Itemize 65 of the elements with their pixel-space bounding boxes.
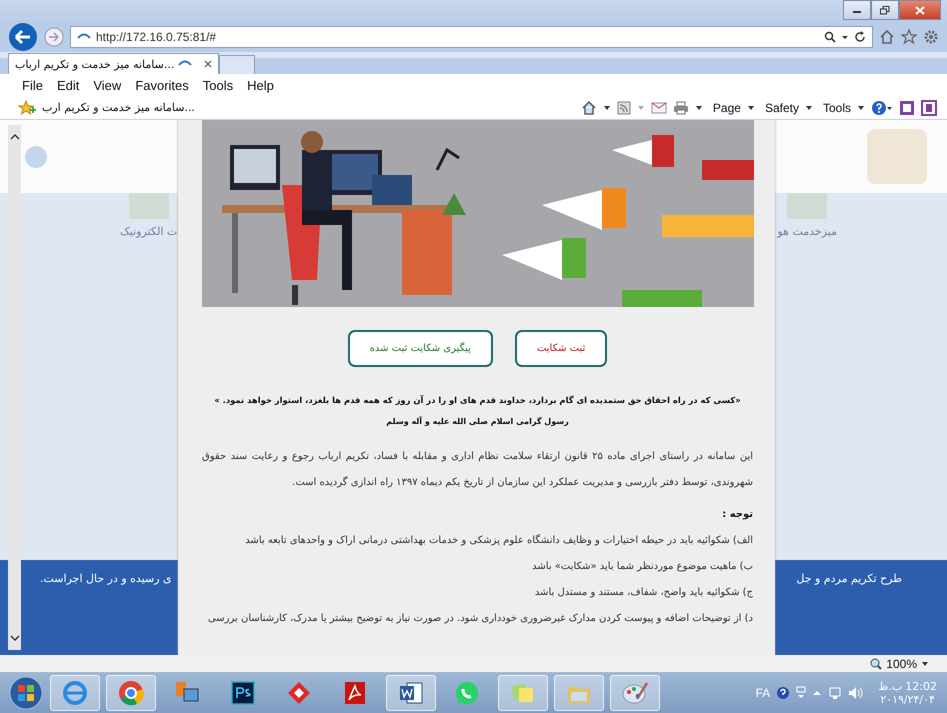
tile-image — [787, 193, 828, 219]
favorites-star-icon[interactable] — [18, 100, 36, 116]
dropdown-icon[interactable] — [921, 660, 929, 668]
dropdown-icon[interactable] — [602, 104, 611, 112]
scroll-up-icon[interactable] — [10, 133, 20, 141]
close-tab-icon[interactable] — [204, 60, 212, 68]
banner-text: ی رسیده و در حال اجراست. — [40, 572, 172, 585]
restore-icon — [880, 6, 890, 14]
star-icon[interactable] — [901, 29, 917, 45]
intro-paragraph: این سامانه در راستای اجرای ماده ۲۵ قانون ارتقاء سلامت نظام اداری و مقابله با فساد، تکریم ارباب رجوع و رعایت سند حقوق شهروندی، توسط دفتر بازرسی و مدیریت عملکرد این سازمان از تاریخ یکم دیماه ۱۳۹۷ راه اندازی گردیده است. — [202, 450, 753, 490]
dropdown-icon[interactable] — [857, 104, 865, 112]
printer-icon[interactable] — [672, 100, 689, 114]
chrome-icon — [117, 678, 145, 706]
dropdown-icon[interactable] — [746, 104, 755, 112]
notice-heading: توجه : — [721, 508, 753, 522]
notice-item: الف) شکوائیه باید در حیطه اختیارات و وظایف دانشگاه علوم پزشکی و خدمات بهداشتی درمانی اراک و واحدهای تابعه باشد — [244, 533, 753, 548]
search-icon[interactable] — [824, 31, 836, 43]
onenote-icon[interactable] — [921, 100, 937, 116]
command-bar-menu[interactable]: Page — [712, 100, 741, 114]
banner-text: طرح تکریم مردم و جل — [796, 572, 902, 585]
ps-icon — [229, 678, 257, 706]
taskbar-app[interactable] — [386, 674, 436, 710]
dropdown-icon[interactable] — [694, 104, 703, 112]
scroll-down-icon[interactable] — [10, 634, 20, 642]
taskbar-app[interactable] — [106, 674, 156, 710]
scrollbar[interactable] — [8, 125, 21, 650]
menu-item[interactable]: Help — [247, 78, 274, 92]
address-bar[interactable]: http://172.16.0.75:81/# — [70, 26, 873, 48]
action-button[interactable]: پیگیری شکایت ثبت شده — [348, 330, 493, 367]
dropdown-icon[interactable] — [804, 104, 813, 112]
onenote-icon[interactable] — [899, 100, 915, 116]
quote-text: «کسی که در راه احقاق حق ستمدیده ای گام بردارد، خداوند قدم های او را در آن روز که همه قدم ها بلغزد، استوار خواهد نمود. » — [213, 394, 742, 407]
notice-item: د) از توضیحات اضافه و پیوست کردن مدارک غیرضروری خودداری شود. در صورت نیاز به توضیح بیشتر یا مدرک، کارشناسان بررسی — [206, 612, 753, 626]
zoom-level[interactable]: 100% — [886, 656, 917, 670]
url-text: http://172.16.0.75:81/# — [96, 30, 216, 44]
start-button[interactable] — [8, 674, 44, 710]
favorites-bar-item[interactable]: ...سامانه میز خدمت و تکریم ارب — [42, 101, 195, 114]
notice-item: ج) شکوائیه باید واضح، شفاف، مستند و مستدل باشد — [534, 586, 753, 600]
quote-attribution: رسول گرامی اسلام صلی الله علیه و آله وسلم — [385, 417, 570, 426]
settings-icon[interactable] — [923, 29, 939, 45]
menu-item[interactable]: Edit — [56, 78, 80, 92]
minimize-button[interactable] — [843, 0, 871, 20]
menu-item[interactable]: Tools — [202, 78, 234, 92]
mail-icon[interactable] — [650, 102, 667, 114]
browser-e-icon — [61, 678, 89, 706]
feed-icon[interactable] — [616, 100, 631, 114]
action-button[interactable]: ثبت شکایت — [514, 330, 608, 367]
close-icon — [915, 6, 925, 14]
menu-item[interactable]: Favorites — [135, 78, 189, 92]
restore-button[interactable] — [871, 0, 899, 20]
tile-label: ت الکترونیک — [120, 225, 178, 238]
command-bar-menu[interactable]: Safety — [764, 100, 799, 114]
home-icon[interactable] — [879, 29, 895, 45]
menu-item[interactable]: File — [22, 78, 43, 92]
refresh-icon[interactable] — [854, 31, 866, 43]
notice-item: ب) ماهیت موضوع موردنظر شما باید «شکایت» باشد — [531, 560, 753, 574]
home-icon[interactable] — [580, 100, 597, 116]
zoom-icon[interactable] — [870, 658, 882, 670]
tile-image — [128, 193, 169, 219]
back-button[interactable] — [8, 22, 38, 52]
browser-tab[interactable]: ...سامانه میز خدمت و تکریم ارباب — [8, 53, 220, 74]
menu-item[interactable]: View — [93, 78, 122, 92]
command-bar-menu[interactable]: Tools — [822, 100, 851, 114]
tile-label: میزخدمت هو — [777, 225, 837, 238]
close-button[interactable] — [899, 0, 941, 20]
